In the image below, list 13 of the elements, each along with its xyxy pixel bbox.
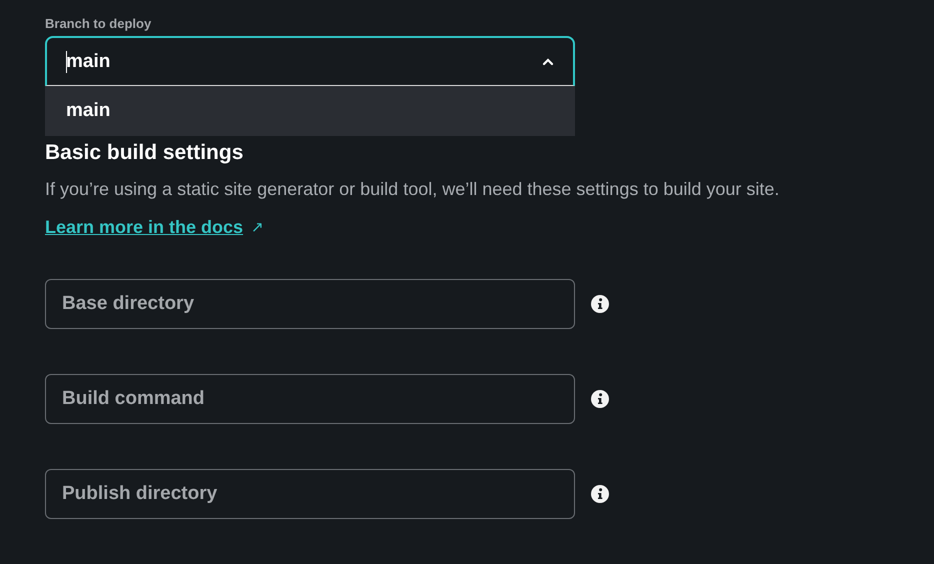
section-description: If you’re using a static site generator or build tool, we’ll need these settings to build your site. (45, 178, 780, 201)
info-icon[interactable] (591, 295, 609, 313)
docs-link[interactable]: Learn more in the docs (45, 215, 244, 239)
input-field[interactable]: Publish directory (45, 469, 575, 519)
field-label: Branch to deploy (45, 16, 152, 32)
chevron-icon (542, 58, 554, 66)
section-title: Basic build settings (45, 140, 244, 166)
info-icon[interactable] (591, 390, 609, 408)
input-field[interactable]: Base directory (45, 279, 575, 329)
dropdown-option[interactable]: main (45, 86, 575, 136)
info-icon[interactable] (591, 485, 609, 503)
external-link-icon: ↗ (251, 218, 264, 236)
input-field[interactable]: Build command (45, 374, 575, 424)
